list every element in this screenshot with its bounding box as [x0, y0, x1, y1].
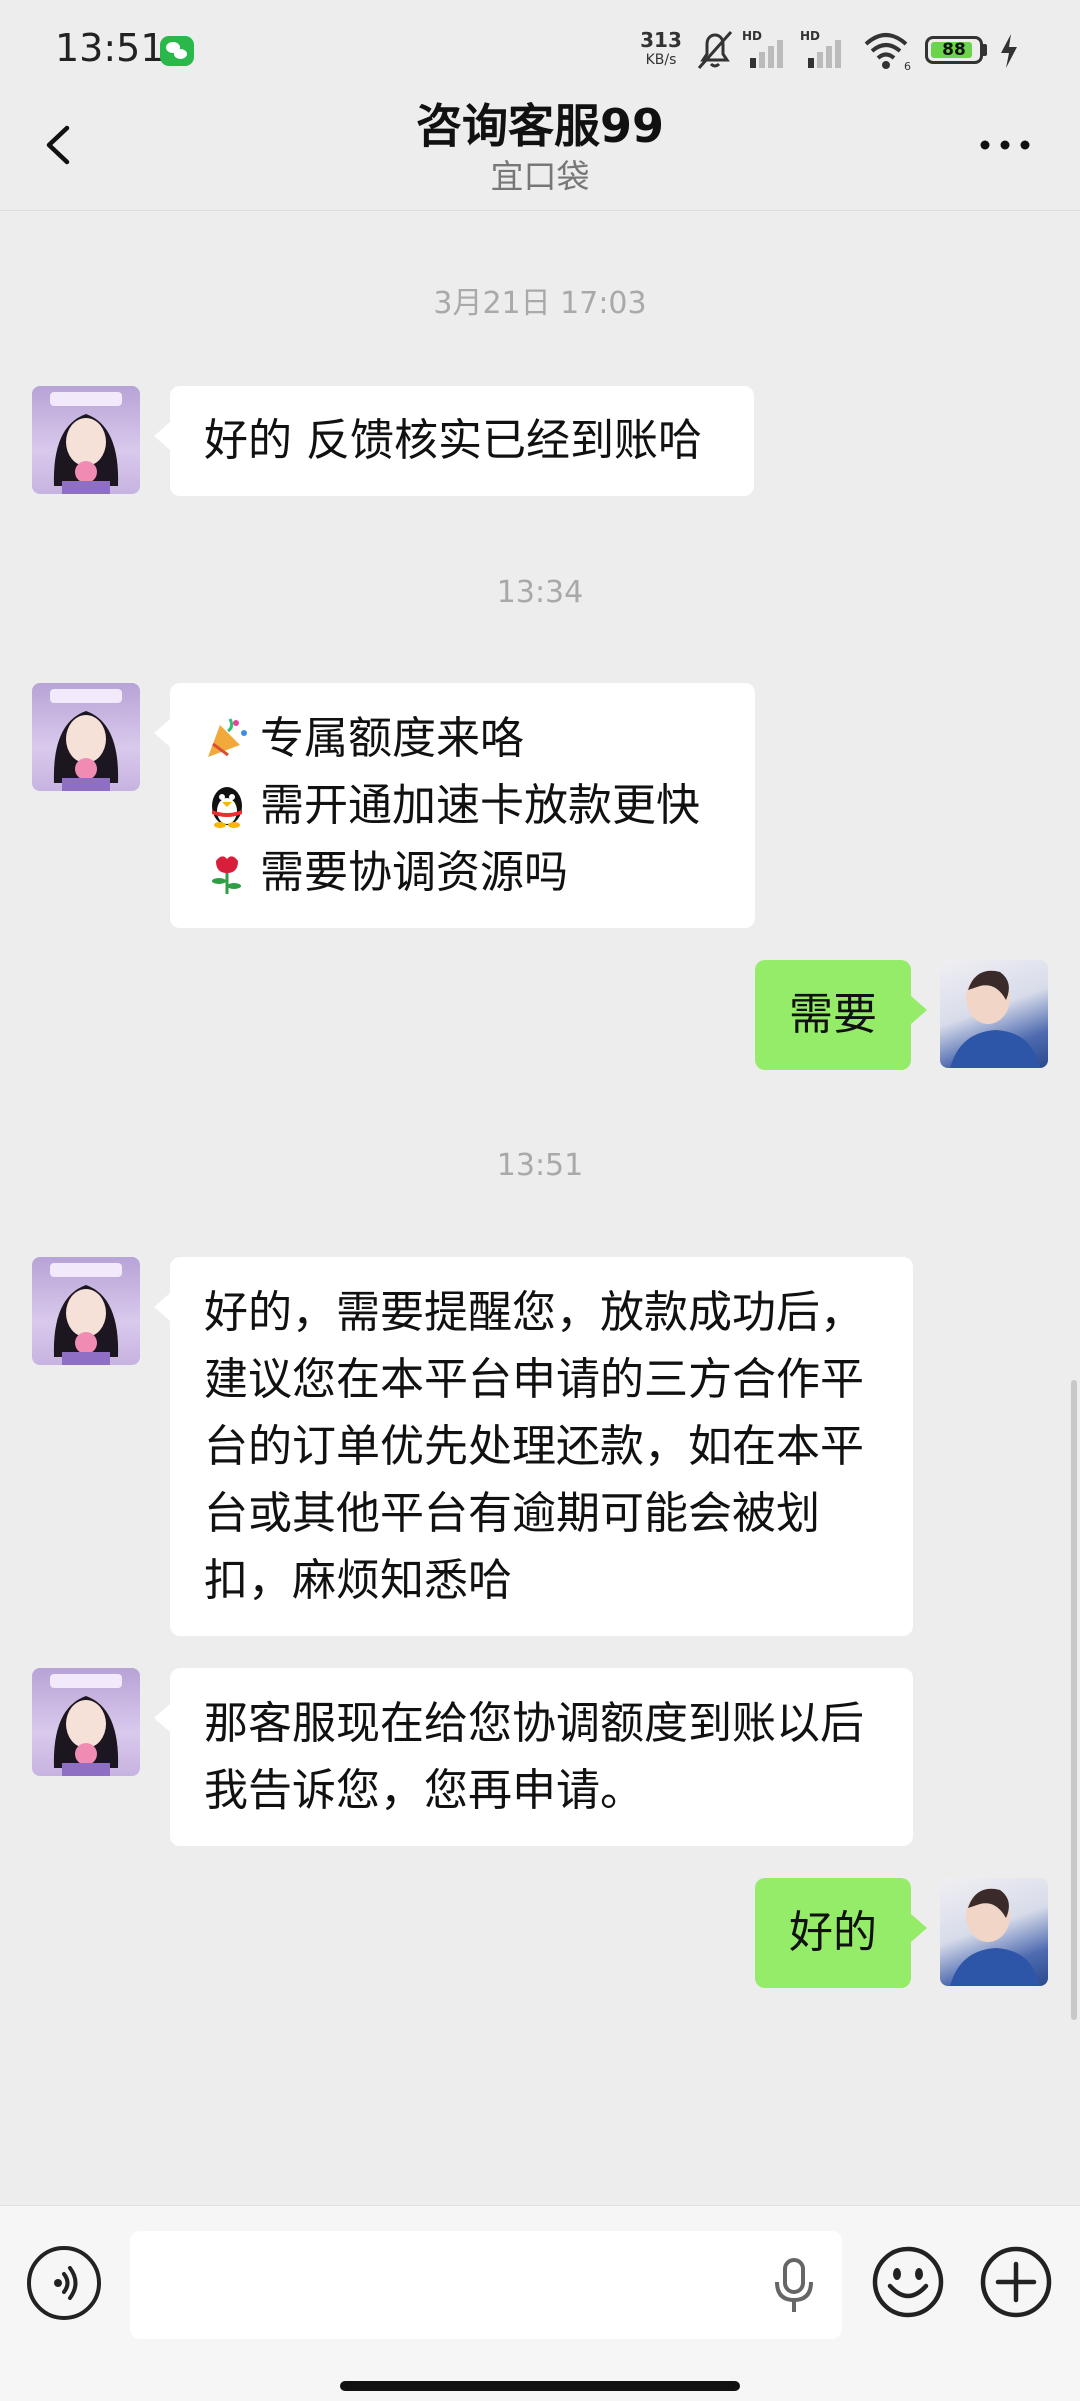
network-speed-value: 313 [640, 28, 682, 52]
chat-header: 咨询客服99 宜口袋 [0, 99, 1080, 210]
message-timestamp: 13:34 [496, 575, 584, 610]
bell-muted-icon [697, 31, 733, 69]
message-line: 需要协调资源吗 [204, 839, 721, 906]
battery-percent: 88 [942, 40, 966, 60]
svg-text:HD: HD [742, 29, 762, 43]
chat-input-bar [0, 2205, 1080, 2401]
user-avatar[interactable] [940, 960, 1048, 1068]
status-bar: 13:51 313 KB/s HD HD 6 88 [0, 0, 1080, 100]
party-popper-emoji-icon [208, 718, 247, 757]
chat-subtitle: 宜口袋 [490, 157, 590, 196]
charging-bolt-icon [1001, 34, 1017, 68]
status-time: 13:51 [55, 26, 165, 70]
sent-message-bubble[interactable]: 需要 [755, 960, 927, 1070]
voice-mode-button[interactable] [27, 2246, 101, 2320]
message-text: 好的 [789, 1907, 877, 1958]
message-text: 那客服现在给您协调额度到账以后 [204, 1698, 864, 1749]
chat-title: 咨询客服99 [415, 99, 664, 153]
message-text: 台的订单优先处理还款，如在本平 [204, 1421, 864, 1472]
sent-message-bubble[interactable]: 好的 [755, 1878, 927, 1988]
scrollbar[interactable] [1071, 1380, 1077, 2020]
received-message-bubble[interactable]: 那客服现在给您协调额度到账以后 我告诉您，您再申请。 [154, 1668, 913, 1846]
received-message-bubble[interactable]: 好的，需要提醒您，放款成功后， 建议您在本平台申请的三方合作平 台的订单优先处理… [154, 1257, 913, 1636]
message-text: 扣，麻烦知悉哈 [204, 1555, 512, 1606]
message-text: 好的，需要提醒您，放款成功后， [204, 1287, 864, 1338]
svg-text:6: 6 [904, 60, 911, 72]
agent-avatar[interactable] [32, 1257, 140, 1365]
emoji-button-icon[interactable] [870, 2244, 946, 2320]
message-line: 需开通加速卡放款更快 [204, 772, 721, 839]
network-speed: 313 KB/s [632, 30, 690, 70]
wechat-notification-icon [160, 36, 194, 66]
home-indicator[interactable] [340, 2381, 740, 2391]
battery-icon: 88 [925, 36, 983, 64]
signal-hd-1-icon: HD [742, 29, 783, 68]
add-more-button-icon[interactable] [978, 2244, 1054, 2320]
agent-avatar[interactable] [32, 1668, 140, 1776]
svg-text:HD: HD [800, 29, 820, 43]
network-speed-unit: KB/s [645, 52, 677, 68]
message-text: 好的 反馈核实已经到账哈 [204, 415, 702, 466]
signal-hd-2-icon: HD [800, 29, 841, 68]
wifi-icon: 6 [864, 33, 911, 72]
rose-emoji-icon [212, 856, 241, 894]
message-text: 建议您在本平台申请的三方合作平 [204, 1354, 864, 1405]
voice-wave-icon [54, 2266, 78, 2300]
message-text: 需开通加速卡放款更快 [260, 780, 700, 831]
header-divider [0, 210, 1080, 211]
message-text-input[interactable] [130, 2231, 842, 2339]
agent-avatar[interactable] [32, 386, 140, 494]
message-timestamp: 3月21日 17:03 [433, 286, 647, 321]
message-text: 需要协调资源吗 [260, 847, 568, 898]
more-options-icon[interactable] [975, 130, 1035, 160]
message-line: 专属额度来咯 [204, 705, 721, 772]
user-avatar[interactable] [940, 1878, 1048, 1986]
penguin-emoji-icon [212, 787, 242, 828]
microphone-icon[interactable] [772, 2256, 816, 2316]
message-text: 需要 [789, 989, 877, 1040]
message-timestamp: 13:51 [496, 1148, 584, 1183]
received-message-bubble[interactable]: 好的 反馈核实已经到账哈 [154, 386, 754, 496]
battery-tip [983, 44, 987, 56]
agent-avatar[interactable] [32, 683, 140, 791]
message-text: 台或其他平台有逾期可能会被划 [204, 1488, 820, 1539]
message-text: 专属额度来咯 [260, 713, 524, 764]
received-message-bubble[interactable]: 专属额度来咯 需开通加速卡放款更快 需要协调资源吗 [154, 683, 755, 928]
message-text: 我告诉您，您再申请。 [204, 1765, 644, 1816]
